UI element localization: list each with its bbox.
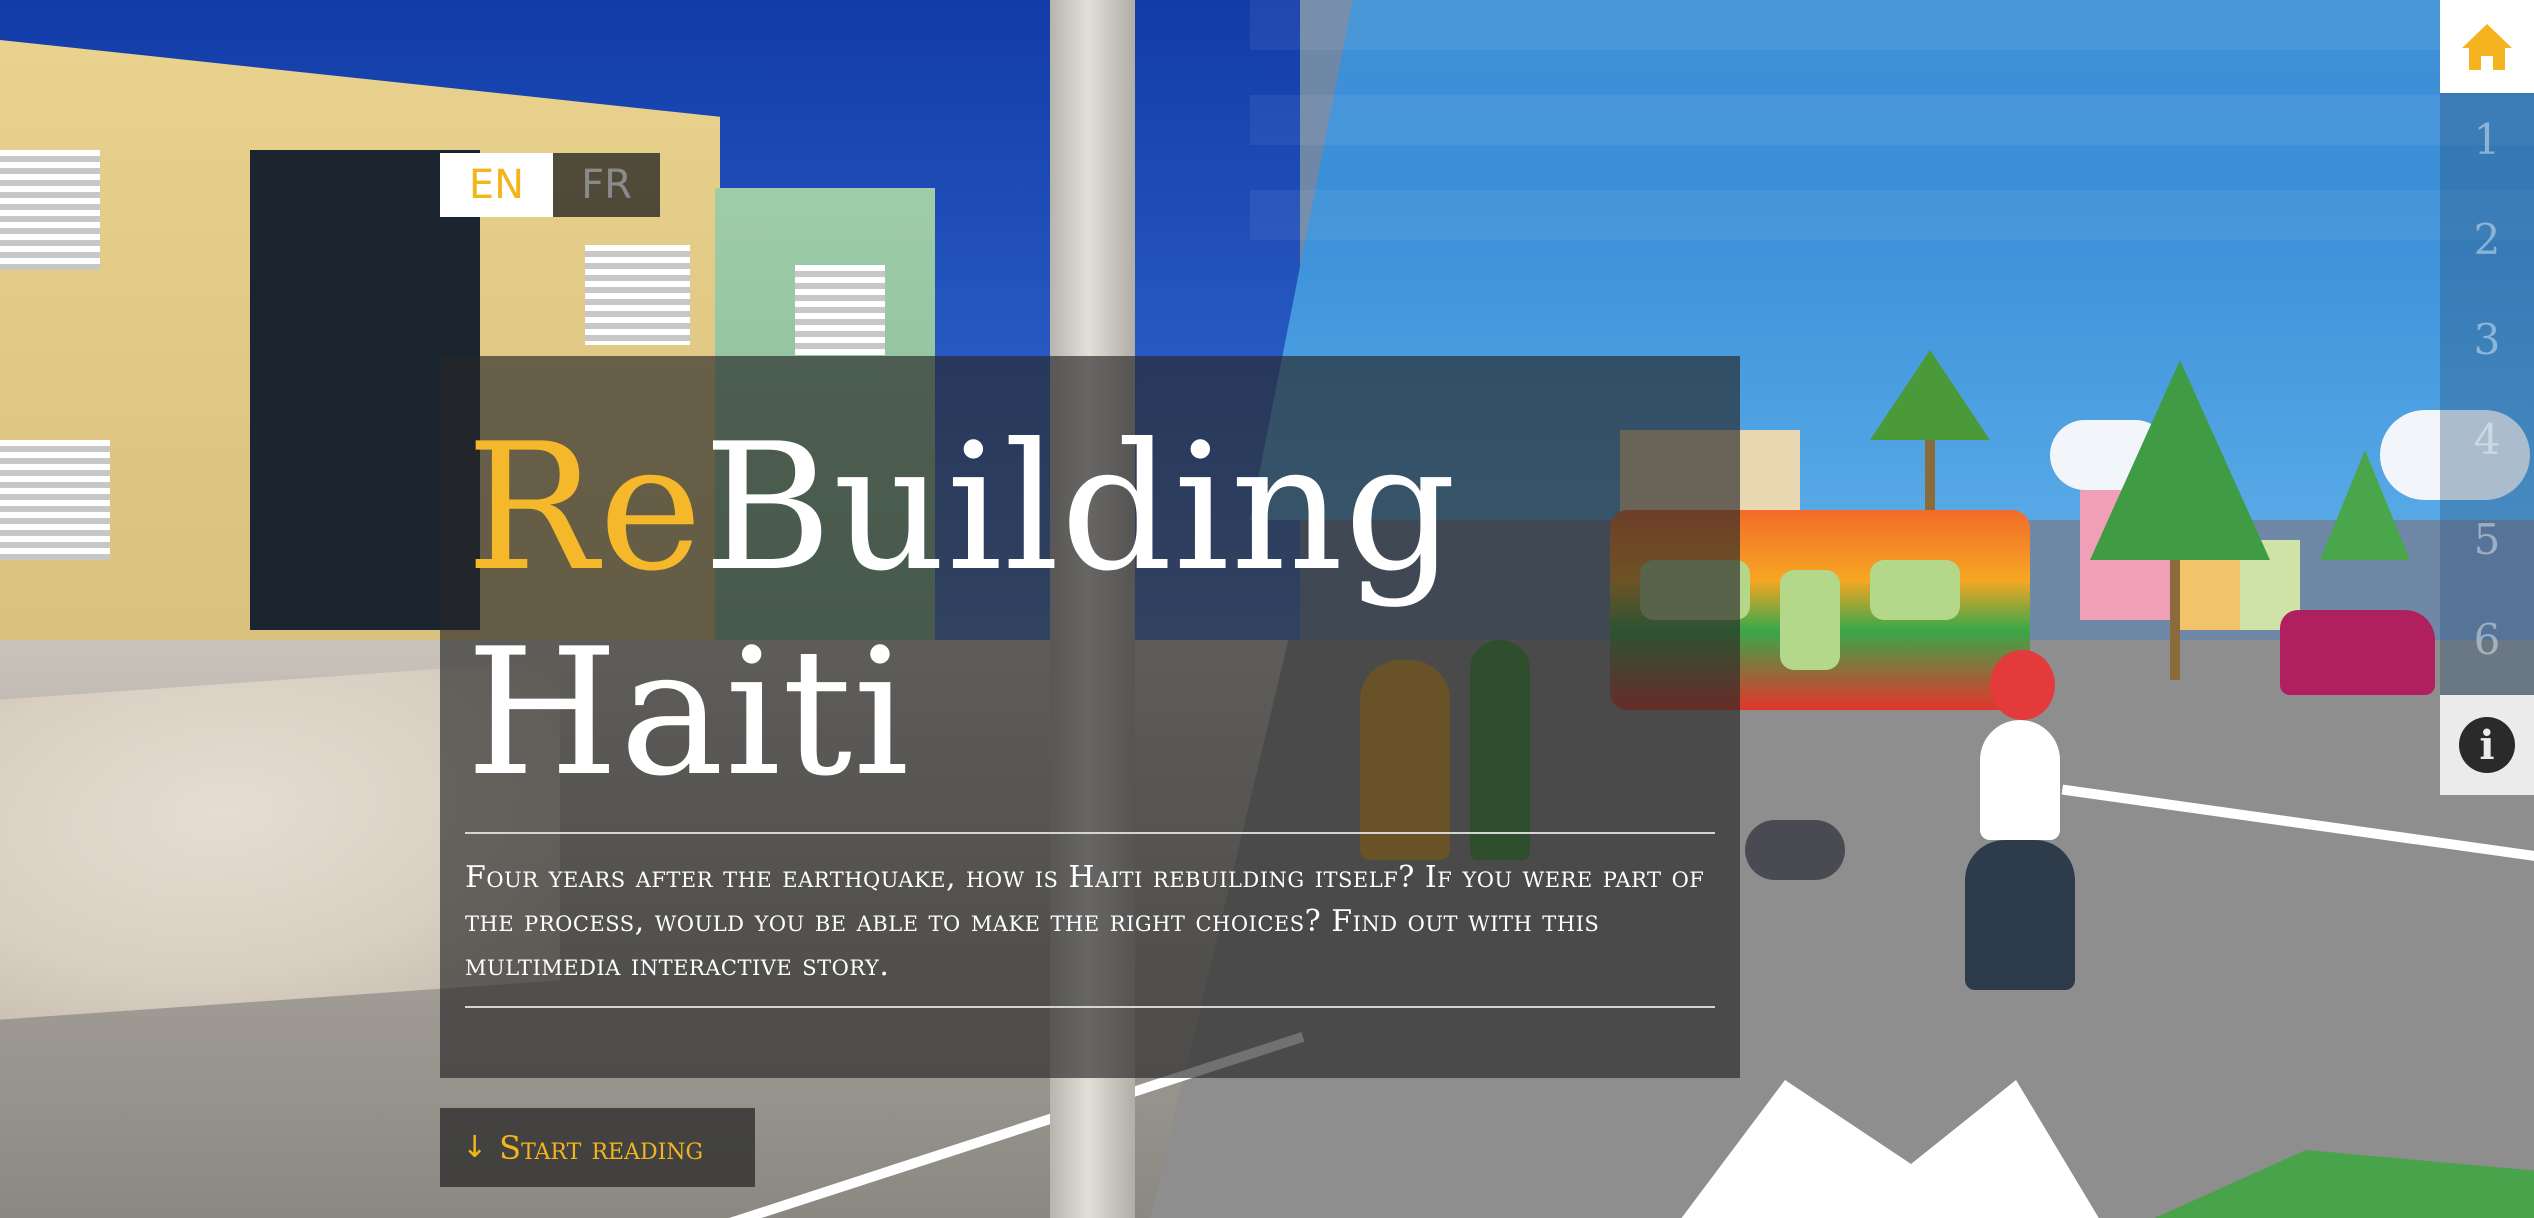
window-shutter [795,265,885,355]
info-button[interactable]: i [2440,695,2534,795]
language-fr-button[interactable]: FR [553,153,660,217]
chapter-2-link[interactable]: 2 [2440,215,2534,264]
chapter-3-link[interactable]: 3 [2440,315,2534,364]
sky-stripe [1250,190,2534,240]
arrow-down-icon: ↓ [462,1130,488,1165]
window-shutter [0,440,110,560]
home-icon [2462,23,2512,70]
bus-window [1870,560,1960,620]
chapter-list: 1 2 3 4 5 6 [2440,93,2534,695]
start-reading-button[interactable]: ↓ Start reading [440,1108,755,1187]
divider-bottom [465,1006,1715,1008]
home-button[interactable] [2440,0,2534,93]
start-reading-label: Start reading [499,1128,704,1167]
sky-stripe [1250,95,2534,145]
red-car [2280,610,2435,695]
language-en-button[interactable]: EN [440,153,553,217]
language-switch: EN FR [440,153,660,217]
info-icon: i [2459,717,2515,773]
hero-subtitle: Four years after the earthquake, how is … [465,860,1705,983]
page-title: ReBuilding Haiti [466,406,1666,816]
motorcycle [1965,840,2075,990]
bus-window [1780,570,1840,670]
chapter-4-link[interactable]: 4 [2440,415,2534,464]
title-accent: Re [466,407,704,610]
motorcyclist [1980,720,2060,840]
window-shutter [585,245,690,345]
title-line2: Haiti [466,612,911,815]
chapter-5-link[interactable]: 5 [2440,515,2534,564]
title-line1-rest: Building [703,407,1458,610]
hero-panel: ReBuilding Haiti Four years after the ea… [440,356,1740,1078]
chapter-6-link[interactable]: 6 [2440,615,2534,664]
divider-top [465,832,1715,834]
chapter-1-link[interactable]: 1 [2440,115,2534,164]
pig [1745,820,1845,880]
helmet [1990,650,2055,720]
sky-stripe [1250,0,2534,50]
window-shutter [0,150,100,270]
chapter-nav: 1 2 3 4 5 6 i [2440,0,2534,795]
